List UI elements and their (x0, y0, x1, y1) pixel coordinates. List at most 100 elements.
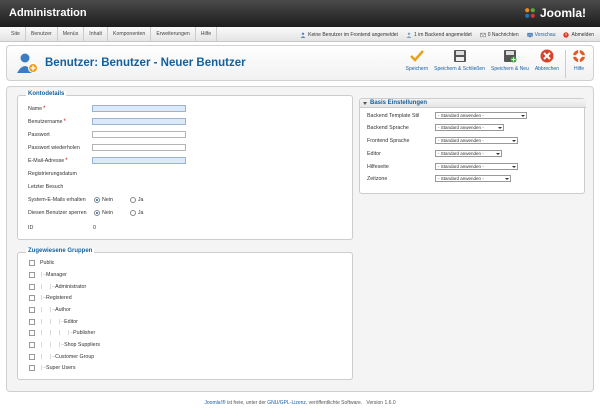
logout-link[interactable]: Abmelden (563, 32, 594, 38)
backend-template-label: Backend Template Stil (367, 112, 420, 119)
save-button[interactable]: Speichern (406, 49, 428, 78)
editor-label: Editor (367, 150, 381, 157)
group-row[interactable]: | |— Customer Group (29, 352, 94, 361)
password-repeat-field[interactable] (92, 144, 186, 151)
last-visit-label: Letzter Besuch (28, 183, 64, 190)
tree-connector: | | |— (40, 318, 65, 325)
frontend-language-select[interactable]: - Standard anwenden - (435, 137, 518, 144)
footer: Joomla!® ist freie, unter der GNU/GPL-Li… (0, 400, 600, 406)
checkbox[interactable] (29, 283, 35, 290)
group-row[interactable]: | | |— Shop Suppliers (29, 340, 100, 349)
block-user-yes-radio[interactable]: Ja (129, 209, 144, 216)
cancel-label: Abbrechen (534, 66, 559, 72)
menu-menus[interactable]: Menüs (58, 27, 85, 42)
id-value-row: 0 (93, 223, 96, 232)
block-user-label: Diesen Benutzer sperren (28, 209, 87, 216)
password-field[interactable] (92, 131, 186, 138)
main-menu: Site Benutzer Menüs Inhalt Komponenten E… (6, 27, 218, 42)
name-row: Name * (28, 104, 45, 113)
help-page-select[interactable]: - Standard anwenden - (435, 163, 518, 170)
block-user-no-radio[interactable]: Nein (94, 209, 113, 216)
basic-settings-header[interactable]: Basis Einstellungen (360, 99, 586, 108)
menu-content[interactable]: Inhalt (84, 27, 108, 42)
timezone-row: Zeitzone (367, 174, 387, 183)
email-label: E-Mail-Adresse (28, 157, 65, 164)
help-page-label: Hilfeseite (367, 163, 389, 170)
group-row[interactable]: | | | |— Publisher (29, 328, 95, 337)
username-label: Benutzername (28, 118, 63, 125)
group-label: Manager (46, 271, 67, 278)
cancel-button[interactable]: Abbrechen (535, 49, 559, 78)
save-new-button[interactable]: Speichern & Neu (491, 49, 529, 78)
checkbox[interactable] (29, 306, 35, 313)
backend-status-text: 1 im Backend angemeldet (413, 31, 472, 38)
system-mails-no-radio[interactable]: Nein (94, 196, 113, 203)
help-button[interactable]: Hilfe (572, 49, 586, 78)
required-marker: * (65, 157, 68, 164)
password-row: Passwort (28, 130, 50, 139)
email-field[interactable] (92, 157, 186, 164)
checkbox[interactable] (29, 364, 35, 371)
basic-settings-title: Basis Einstellungen (370, 100, 428, 106)
editor-select[interactable]: - Standard anwenden - (435, 150, 502, 157)
yes-label: Ja (137, 209, 144, 216)
system-mails-yes-radio[interactable]: Ja (129, 196, 144, 203)
id-label: ID (28, 224, 34, 231)
menu-extensions[interactable]: Erweiterungen (151, 27, 196, 42)
footer-brand-link[interactable]: Joomla!® (204, 400, 225, 406)
password-repeat-label: Passwort wiederholen (28, 144, 80, 151)
dropdown-arrow-icon (512, 139, 516, 143)
checkbox[interactable] (29, 294, 35, 301)
tree-connector: | | | |— (40, 329, 74, 336)
frontend-status-text: Keine Benutzer im Frontend angemeldet (308, 31, 398, 38)
checkbox[interactable] (29, 353, 35, 360)
group-row[interactable]: |— Registered (29, 293, 72, 302)
checkbox[interactable] (29, 341, 35, 348)
save-close-button[interactable]: Speichern & Schließen (434, 49, 485, 78)
menu-help[interactable]: Hilfe (196, 27, 218, 42)
checkbox[interactable] (29, 329, 35, 336)
footer-text: ist freie, unter der (225, 400, 268, 406)
tree-connector: | |— (40, 353, 56, 360)
tree-connector: | | |— (40, 341, 65, 348)
select-value: - Standard anwenden - (438, 113, 484, 118)
checkbox[interactable] (29, 318, 35, 325)
group-label: Registered (46, 294, 72, 301)
group-row[interactable]: | |— Author (29, 305, 71, 314)
backend-language-row: Backend Sprache (367, 123, 409, 132)
preview-link[interactable]: Vorschau (526, 31, 556, 38)
name-label: Name (28, 105, 43, 112)
group-row[interactable]: | | |— Editor (29, 317, 78, 326)
register-date-row: Registrierungsdatum (28, 169, 77, 178)
preview-text: Vorschau (534, 31, 556, 38)
group-row[interactable]: Public (29, 258, 54, 267)
group-label: Super Users (46, 364, 76, 371)
menu-site[interactable]: Site (6, 27, 26, 42)
joomla-logo[interactable]: Joomla! (523, 6, 586, 20)
group-row[interactable]: | |— Administrator (29, 282, 86, 291)
select-value: - Standard anwenden - (438, 138, 484, 143)
timezone-select[interactable]: - Standard anwenden - (435, 175, 511, 182)
help-label: Hilfe (573, 66, 584, 72)
group-row[interactable]: |— Manager (29, 270, 67, 279)
checkbox[interactable] (29, 259, 35, 266)
group-label: Shop Suppliers (64, 341, 101, 348)
backend-language-select[interactable]: - Standard anwenden - (435, 124, 504, 131)
messages-status[interactable]: 0 Nachrichten (480, 32, 519, 38)
toolbar: Benutzer: Benutzer - Neuer Benutzer Spei… (6, 45, 594, 81)
username-field[interactable] (92, 118, 186, 125)
floppy-disk-icon (453, 50, 466, 62)
backend-template-select[interactable]: - Standard anwenden - (435, 112, 527, 119)
id-row: ID (28, 223, 33, 232)
footer-license-link[interactable]: GNU/GPL-Lizenz (267, 400, 306, 406)
group-row[interactable]: |— Super Users (29, 363, 75, 372)
checkbox[interactable] (29, 271, 35, 278)
status-area: Keine Benutzer im Frontend angemeldet 1 … (292, 27, 594, 42)
users-icon (406, 32, 412, 38)
frontend-language-row: Frontend Sprache (367, 136, 409, 145)
menu-users[interactable]: Benutzer (26, 27, 58, 42)
app-title: Administration (9, 7, 87, 19)
name-field[interactable] (92, 105, 186, 112)
menu-components[interactable]: Komponenten (108, 27, 152, 42)
dropdown-arrow-icon (496, 152, 500, 156)
